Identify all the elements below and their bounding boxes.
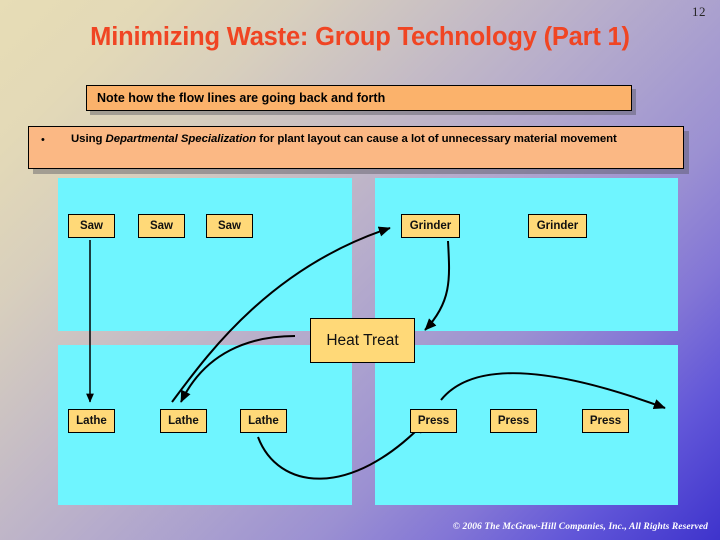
machine-press-3: Press <box>582 409 629 433</box>
machine-grinder-1: Grinder <box>401 214 460 238</box>
page-number: 12 <box>692 4 706 19</box>
machine-lathe-2: Lathe <box>160 409 207 433</box>
note-callout-text: Note how the flow lines are going back a… <box>97 91 386 105</box>
machine-press-2: Press <box>490 409 537 433</box>
machine-press-1: Press <box>410 409 457 433</box>
machine-lathe-3: Lathe <box>240 409 287 433</box>
note-callout-box: Note how the flow lines are going back a… <box>86 85 632 111</box>
bullet-callout-box: • Using Departmental Specialization for … <box>28 126 684 169</box>
machine-saw-2: Saw <box>138 214 185 238</box>
saw-department-zone <box>58 178 352 331</box>
grinder-department-zone <box>375 178 678 331</box>
bullet-text-before: Using <box>71 133 106 145</box>
machine-saw-1: Saw <box>68 214 115 238</box>
copyright-notice: © 2006 The McGraw-Hill Companies, Inc., … <box>452 522 708 532</box>
bullet-marker-icon: • <box>41 134 45 146</box>
machine-lathe-1: Lathe <box>68 409 115 433</box>
bullet-text-after: for plant layout can cause a lot of unne… <box>256 133 617 145</box>
bullet-text-emphasis: Departmental Specialization <box>105 133 257 145</box>
bullet-callout-text: Using Departmental Specialization for pl… <box>71 132 617 147</box>
plant-layout-diagram: Saw Saw Saw Grinder Grinder Heat Treat L… <box>58 178 678 505</box>
page-title: Minimizing Waste: Group Technology (Part… <box>90 23 630 51</box>
machine-saw-3: Saw <box>206 214 253 238</box>
machine-heat-treat: Heat Treat <box>310 318 415 363</box>
machine-grinder-2: Grinder <box>528 214 587 238</box>
